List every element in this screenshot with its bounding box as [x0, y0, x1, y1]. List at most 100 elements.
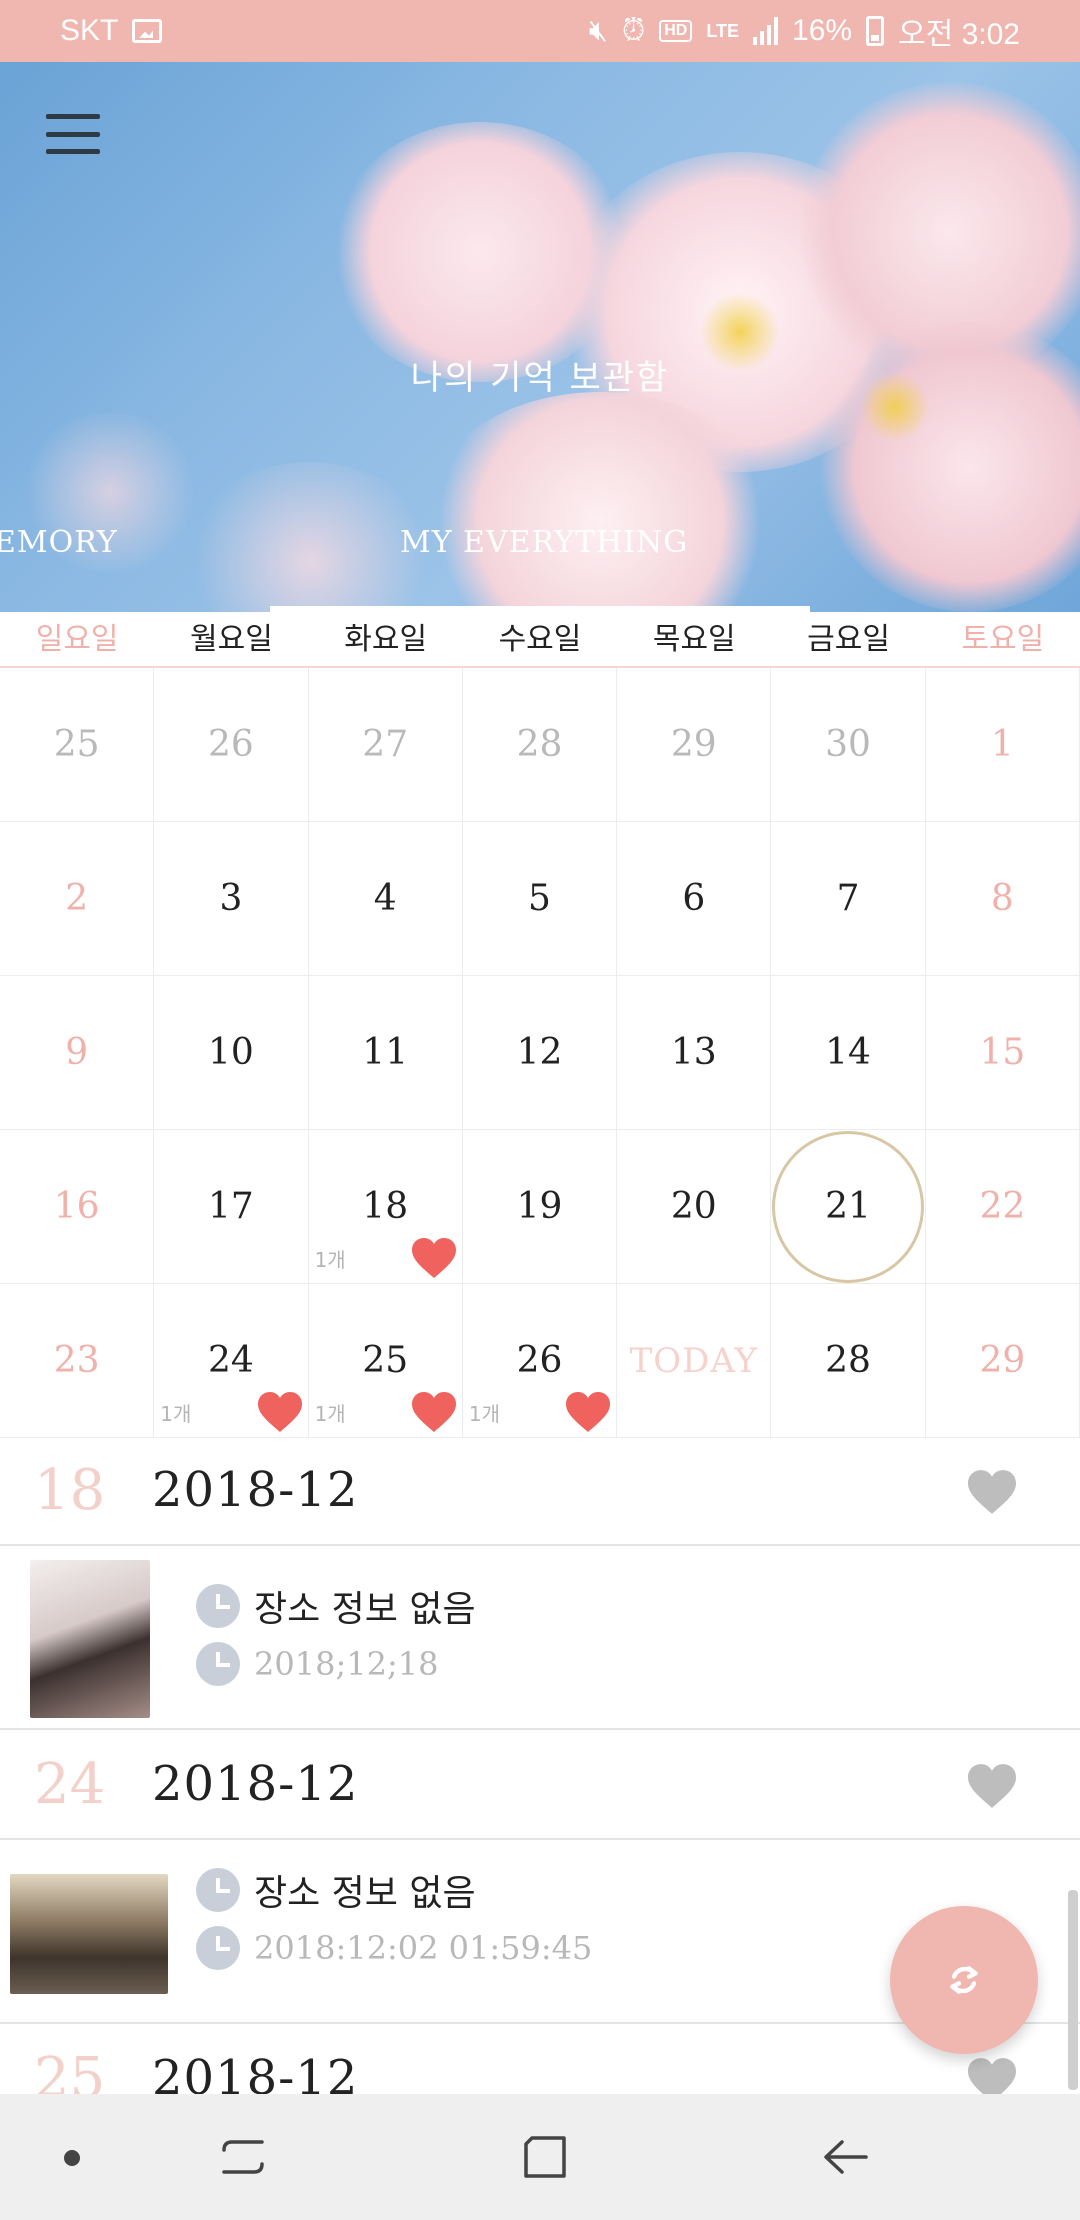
- calendar-day[interactable]: 30: [771, 668, 926, 822]
- memory-entry[interactable]: 장소 정보 없음 2018;12;18: [0, 1548, 1080, 1730]
- day-number: 13: [670, 1032, 717, 1073]
- calendar-day[interactable]: 23: [0, 1284, 155, 1438]
- app-title: 나의 기억 보관함: [410, 358, 670, 398]
- calendar-day[interactable]: 17: [154, 1130, 309, 1284]
- calendar-day[interactable]: 8: [925, 822, 1080, 976]
- heart-icon[interactable]: [964, 2056, 1020, 2094]
- clock-icon: [196, 1584, 240, 1628]
- calendar-day[interactable]: 24 1개: [154, 1284, 309, 1438]
- day-number: 28: [516, 724, 563, 765]
- calendar-day[interactable]: 29: [617, 668, 772, 822]
- calendar-day[interactable]: 1: [925, 668, 1080, 822]
- calendar-day[interactable]: 20: [617, 1130, 772, 1284]
- tab-memory[interactable]: EMORY: [0, 525, 118, 560]
- home-icon[interactable]: [520, 2132, 570, 2182]
- status-bar: SKT 🔇︎ ⏰︎ HD LTE 16% 오전 3:02: [0, 0, 1080, 62]
- calendar-day[interactable]: 25 1개: [308, 1284, 463, 1438]
- calendar-day[interactable]: 28: [771, 1284, 926, 1438]
- clock-icon: [196, 1642, 240, 1686]
- memory-thumbnail: [10, 1874, 168, 1994]
- calendar-day[interactable]: 2: [0, 822, 155, 976]
- refresh-button[interactable]: [890, 1906, 1038, 2054]
- weekday-fri: 금요일: [807, 622, 890, 657]
- day-number: 30: [825, 724, 871, 765]
- date-group-header: 24 2018-12: [0, 1732, 1080, 1840]
- group-year-month: 2018-12: [152, 1756, 359, 1812]
- weekday-tue: 화요일: [344, 622, 428, 657]
- time-line: 2018;12;18: [196, 1642, 438, 1686]
- calendar-day[interactable]: 13: [617, 976, 772, 1130]
- calendar-day[interactable]: 11: [308, 976, 463, 1130]
- calendar-day[interactable]: 25: [0, 668, 155, 822]
- place-line: 장소 정보 없음: [196, 1580, 476, 1632]
- calendar-day[interactable]: 18 1개: [308, 1130, 463, 1284]
- calendar-grid: 25 26 27 28 29 30 1 2 3 4 5 6 7 8 9 10 1…: [0, 668, 1080, 1438]
- day-number: 26: [516, 1340, 563, 1381]
- weekday-sat: 토요일: [961, 622, 1045, 657]
- tab-my-everything[interactable]: MY EVERYTHING: [400, 525, 688, 560]
- weekday-header: 일요일 월요일 화요일 수요일 목요일 금요일 토요일: [0, 612, 1080, 668]
- dot-indicator-icon: [64, 2150, 80, 2166]
- day-number: 4: [373, 878, 397, 919]
- gallery-notification-icon: [132, 19, 163, 43]
- signal-icon: [753, 17, 779, 45]
- memory-thumbnail: [30, 1560, 150, 1718]
- calendar-day-selected[interactable]: 21: [771, 1130, 926, 1284]
- recent-apps-icon[interactable]: [218, 2132, 268, 2182]
- heart-icon[interactable]: [964, 1762, 1020, 1810]
- clock-icon: [196, 1926, 240, 1970]
- calendar-day[interactable]: 26 1개: [462, 1284, 618, 1438]
- calendar-day[interactable]: 7: [771, 822, 926, 976]
- day-number: 29: [979, 1340, 1026, 1381]
- calendar-day[interactable]: 9: [0, 976, 155, 1130]
- day-number: 10: [208, 1032, 254, 1073]
- calendar-day[interactable]: 5: [462, 822, 618, 976]
- day-number: 28: [825, 1340, 871, 1381]
- heart-icon: [257, 1392, 302, 1432]
- heart-icon: [411, 1392, 456, 1432]
- calendar-day[interactable]: 29: [925, 1284, 1080, 1438]
- calendar-day[interactable]: 4: [308, 822, 463, 976]
- date-group-header: 18 2018-12: [0, 1438, 1080, 1546]
- memory-count: 1개: [314, 1248, 346, 1272]
- place-text: 장소 정보 없음: [254, 1589, 476, 1630]
- calendar-day[interactable]: 15: [925, 976, 1080, 1130]
- day-number: 8: [990, 878, 1014, 919]
- day-number: 14: [825, 1032, 871, 1073]
- day-number: 11: [362, 1032, 409, 1073]
- today-label: TODAY: [629, 1340, 758, 1381]
- day-number: 21: [772, 1130, 925, 1283]
- calendar-day[interactable]: 6: [617, 822, 772, 976]
- calendar-day[interactable]: 14: [771, 976, 926, 1130]
- calendar-day[interactable]: 22: [925, 1130, 1080, 1284]
- carrier-label: SKT: [60, 14, 119, 47]
- back-icon[interactable]: [820, 2132, 872, 2182]
- day-number: 22: [979, 1186, 1026, 1227]
- mute-icon: 🔇︎: [588, 14, 608, 47]
- calendar-day-today[interactable]: TODAY: [617, 1284, 772, 1438]
- day-number: 26: [208, 724, 254, 765]
- group-year-month: 2018-12: [152, 1462, 359, 1518]
- calendar-day[interactable]: 26: [154, 668, 309, 822]
- heart-icon[interactable]: [964, 1468, 1020, 1516]
- calendar-day[interactable]: 3: [154, 822, 309, 976]
- calendar-day[interactable]: 10: [154, 976, 309, 1130]
- calendar-day[interactable]: 12: [462, 976, 618, 1130]
- day-number: 20: [670, 1186, 717, 1227]
- memory-count: 1개: [468, 1402, 500, 1426]
- day-number: 1: [990, 724, 1014, 765]
- menu-button[interactable]: [46, 114, 100, 154]
- day-number: 27: [362, 724, 409, 765]
- calendar-day[interactable]: 28: [462, 668, 618, 822]
- calendar-day[interactable]: 19: [462, 1130, 618, 1284]
- weekday-sun: 일요일: [35, 622, 119, 657]
- day-number: 7: [836, 878, 860, 919]
- list-scrollbar[interactable]: [1068, 1890, 1078, 2090]
- calendar-day[interactable]: 27: [308, 668, 463, 822]
- time-text: 2018;12;18: [254, 1645, 439, 1683]
- calendar-day[interactable]: 16: [0, 1130, 155, 1284]
- hd-voice-badge: HD: [659, 20, 693, 42]
- time-text: 2018:12:02 01:59:45: [254, 1929, 593, 1967]
- day-number: 29: [670, 724, 717, 765]
- day-number: 6: [682, 878, 706, 919]
